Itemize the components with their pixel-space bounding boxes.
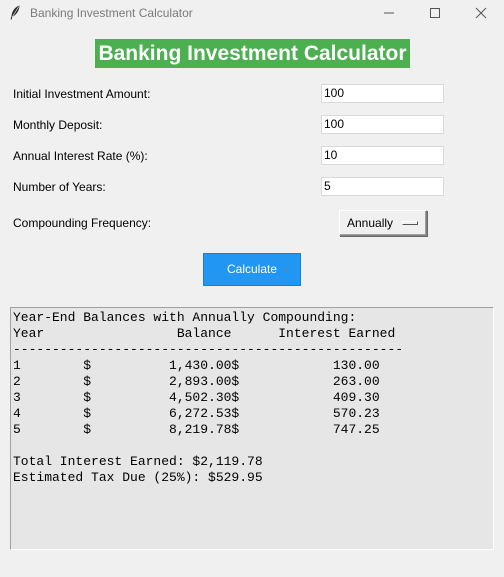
- years-input[interactable]: 5: [321, 177, 444, 196]
- interest-rate-label: Annual Interest Rate (%):: [13, 149, 148, 163]
- monthly-deposit-input[interactable]: 100: [321, 115, 444, 134]
- title-bar: Banking Investment Calculator: [0, 0, 504, 25]
- compounding-frequency-value: Annually: [347, 216, 394, 230]
- results-text-area[interactable]: Year-End Balances with Annually Compound…: [10, 307, 494, 550]
- option-menu-indicator-icon: [402, 221, 418, 225]
- window-title: Banking Investment Calculator: [30, 6, 193, 20]
- maximize-button[interactable]: [412, 0, 458, 25]
- monthly-deposit-label: Monthly Deposit:: [13, 118, 103, 132]
- years-label: Number of Years:: [13, 180, 106, 194]
- minimize-icon: [384, 12, 394, 14]
- close-button[interactable]: [458, 0, 504, 25]
- minimize-button[interactable]: [366, 0, 412, 25]
- page-title: Banking Investment Calculator: [95, 39, 410, 68]
- initial-investment-label: Initial Investment Amount:: [13, 87, 151, 101]
- compounding-frequency-label: Compounding Frequency:: [13, 216, 152, 230]
- initial-investment-input[interactable]: 100: [321, 84, 444, 103]
- feather-icon: [9, 5, 21, 20]
- interest-rate-input[interactable]: 10: [321, 146, 444, 165]
- compounding-frequency-select[interactable]: Annually: [339, 210, 427, 236]
- calculate-button[interactable]: Calculate: [203, 253, 301, 286]
- maximize-icon: [430, 8, 440, 18]
- close-icon: [475, 7, 487, 19]
